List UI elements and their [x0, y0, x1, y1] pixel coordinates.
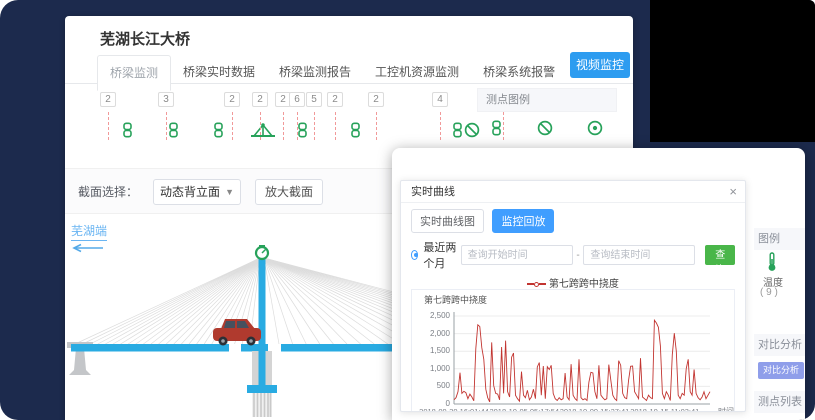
sensor-count-badge: 2	[327, 92, 343, 107]
radio-last-two-months[interactable]	[411, 250, 418, 260]
chain-icon[interactable]	[350, 122, 361, 143]
bridge-sensor-icon[interactable]	[250, 122, 276, 143]
sensor-dash-line	[108, 112, 109, 140]
car	[213, 319, 261, 346]
sensor-count-badge: 4	[432, 92, 448, 107]
y-axis-tick: 2,500	[412, 311, 450, 320]
sensor-dash-line	[260, 112, 261, 140]
chart-plot	[412, 304, 736, 412]
sensor-count-badge: 2	[224, 92, 240, 107]
x-axis-tick: 2018-10-05 05:17:54	[489, 407, 559, 412]
bridge-pylon	[259, 257, 266, 387]
legend-panel-title: 测点图例	[477, 88, 617, 112]
legend-panel: 测点图例	[477, 88, 617, 141]
page-title: 芜湖长江大桥	[100, 28, 190, 49]
chain-icon[interactable]	[168, 122, 179, 143]
y-axis-tick: 1,500	[412, 346, 450, 355]
sidebar-compare-header: 对比分析	[754, 334, 805, 356]
sensor-count-badge: 2	[100, 92, 116, 107]
legend-panel-icons	[477, 112, 617, 141]
chain-icon[interactable]	[122, 122, 133, 143]
sensor-count-badge: 6	[289, 92, 305, 107]
chain-icon[interactable]	[213, 122, 224, 143]
section-select-label: 截面选择：	[78, 169, 138, 215]
y-axis-tick: 500	[412, 381, 450, 390]
x-axis-label: 时间	[718, 406, 734, 412]
zoom-section-button[interactable]: 放大截面	[255, 179, 323, 205]
temperature-count: ( 9 )	[760, 287, 778, 298]
compare-button[interactable]: 对比分析	[758, 362, 804, 379]
deck-joint	[268, 344, 281, 352]
modal-body: 实时曲线图 监控回放 最近两个月 - 查询 第七跨跨中挠度 第七跨跨中挠度	[401, 203, 745, 412]
sensor-dash-line	[335, 112, 336, 140]
chain-icon[interactable]	[452, 122, 463, 143]
black-corner-region	[650, 0, 815, 142]
sensor-dash-line	[376, 112, 377, 140]
sensor-dash-line	[166, 112, 167, 140]
sensor-count-badge: 3	[158, 92, 174, 107]
realtime-curve-modal: 实时曲线 × 实时曲线图 监控回放 最近两个月 - 查询	[400, 180, 746, 412]
sensor-count-badge: 5	[306, 92, 322, 107]
tab-3[interactable]: 工控机资源监测	[363, 55, 471, 89]
chart-legend[interactable]: 第七跨跨中挠度	[411, 275, 735, 288]
sensor-dash-line	[232, 112, 233, 140]
y-axis-tick: 2,000	[412, 329, 450, 338]
chain-icon[interactable]	[491, 120, 502, 141]
chevron-down-icon: ▼	[225, 180, 234, 204]
deflection-series	[454, 320, 710, 402]
sensor-dash-line	[314, 112, 315, 140]
x-axis-tick: 2018-10-09 15:27:41	[560, 407, 630, 412]
deck-joint	[229, 344, 241, 352]
sensor-count-badge: 2	[252, 92, 268, 107]
deflection-chart: 第七跨跨中挠度 05001,0001,5002,0002,5002018-09-…	[411, 289, 735, 412]
modal-tabs: 实时曲线图 监控回放	[411, 209, 735, 233]
dialog-window: 图例 温度 ( 9 ) 对比分析 对比分析 测点列表 实时曲线 × 实时曲线图 …	[392, 148, 805, 420]
x-axis-tick: 2018-09-30 16:01:44	[419, 407, 489, 412]
gauge-icon	[256, 245, 268, 259]
section-select-value: 动态背立面	[160, 185, 220, 199]
sidebar-points-header: 测点列表	[754, 391, 805, 413]
tab-realtime-curve[interactable]: 实时曲线图	[411, 209, 484, 233]
bridge-end-link[interactable]: 芜湖端	[71, 222, 107, 241]
tab-1[interactable]: 桥梁实时数据	[171, 55, 267, 89]
date-separator: -	[573, 250, 584, 261]
legend-line-icon	[539, 283, 546, 285]
x-axis-tick: 2018-10-15 11:03:41	[630, 407, 699, 412]
tab-0[interactable]: 桥梁监测	[97, 55, 171, 91]
modal-title: 实时曲线	[401, 186, 455, 198]
pier-cap	[247, 385, 277, 393]
sensor-dash-line	[440, 112, 441, 140]
sensor-count-badge: 2	[368, 92, 384, 107]
video-monitor-button[interactable]: 视频监控	[570, 52, 630, 78]
tab-4[interactable]: 桥梁系统报警	[471, 55, 567, 89]
sensor-dash-line	[283, 112, 284, 140]
section-select[interactable]: 动态背立面 ▼	[153, 179, 241, 205]
tab-bar: 桥梁监测桥梁实时数据桥梁监测报告工控机资源监测桥梁系统报警	[65, 54, 633, 84]
modal-header: 实时曲线 ×	[401, 181, 745, 203]
pier-column	[252, 393, 272, 417]
start-time-input[interactable]	[461, 245, 573, 265]
close-icon[interactable]: ×	[729, 181, 737, 203]
chain-icon[interactable]	[297, 122, 308, 143]
tab-monitor-playback[interactable]: 监控回放	[492, 209, 554, 233]
radio-label: 最近两个月	[423, 239, 460, 271]
y-axis-tick: 1,000	[412, 364, 450, 373]
query-button[interactable]: 查询	[705, 245, 735, 265]
sidebar-legend-header: 图例	[754, 228, 805, 250]
query-controls: 最近两个月 - 查询	[411, 239, 735, 271]
target-circle-icon[interactable]	[587, 120, 603, 141]
end-time-input[interactable]	[583, 245, 695, 265]
legend-line-icon	[527, 283, 534, 285]
screen: 芜湖长江大桥 桥梁监测桥梁实时数据桥梁监测报告工控机资源监测桥梁系统报警 视频监…	[0, 0, 815, 420]
tab-2[interactable]: 桥梁监测报告	[267, 55, 363, 89]
slash-circle-icon[interactable]	[537, 120, 553, 141]
